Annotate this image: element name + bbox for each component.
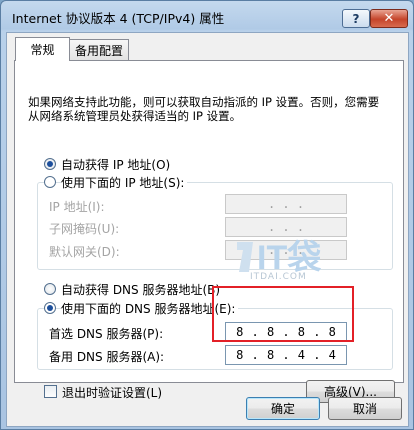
dns-highlight-box: [212, 286, 354, 342]
alternate-dns-label: 备用 DNS 服务器(A):: [49, 350, 165, 364]
dns-auto-label[interactable]: 自动获得 DNS 服务器地址(B): [61, 281, 220, 298]
validate-label[interactable]: 退出时验证设置(L): [62, 384, 162, 401]
watermark-logo-icon: IT袋: [237, 239, 321, 276]
ip-auto-label[interactable]: 自动获得 IP 地址(O): [61, 156, 170, 173]
dialog-body: 常规 备用配置 如果网络支持此功能，则可以获取自动指派的 IP 设置。否则，您需…: [6, 32, 409, 427]
ok-button[interactable]: 确定: [246, 397, 320, 420]
validate-checkbox[interactable]: [44, 385, 57, 398]
ip-manual-radio[interactable]: [44, 176, 56, 188]
intro-text: 如果网络支持此功能，则可以获取自动指派的 IP 设置。否则，您需要从网络系统管理…: [28, 95, 380, 123]
close-button[interactable]: ✕: [370, 9, 408, 28]
help-button[interactable]: ?: [342, 9, 370, 28]
watermark-text: ITDAI.COM: [250, 272, 307, 282]
title-bar[interactable]: Internet 协议版本 4 (TCP/IPv4) 属性 ? ✕: [1, 1, 413, 31]
cancel-button[interactable]: 取消: [328, 397, 402, 420]
ip-manual-label[interactable]: 使用下面的 IP 地址(S):: [61, 174, 188, 191]
dialog-window: Internet 协议版本 4 (TCP/IPv4) 属性 ? ✕ 常规 备用配…: [0, 0, 414, 430]
dns-manual-radio[interactable]: [44, 302, 56, 314]
tab-alternate-config[interactable]: 备用配置: [69, 39, 129, 60]
subnet-mask-label: 子网掩码(U):: [49, 222, 120, 236]
svg-text:IT袋: IT袋: [257, 239, 321, 276]
tab-general[interactable]: 常规: [15, 37, 70, 61]
alternate-dns-field[interactable]: 8. 8. 4. 4: [225, 345, 347, 365]
ip-auto-radio[interactable]: [44, 158, 56, 170]
dns-auto-radio[interactable]: [44, 283, 56, 295]
ip-address-label: IP 地址(I):: [49, 200, 105, 214]
preferred-dns-label: 首选 DNS 服务器(P):: [49, 327, 164, 341]
window-title: Internet 协议版本 4 (TCP/IPv4) 属性: [12, 11, 225, 26]
subnet-mask-field[interactable]: . . .: [225, 217, 347, 237]
ip-address-field[interactable]: . . .: [225, 194, 347, 214]
default-gateway-label: 默认网关(D):: [49, 245, 120, 259]
